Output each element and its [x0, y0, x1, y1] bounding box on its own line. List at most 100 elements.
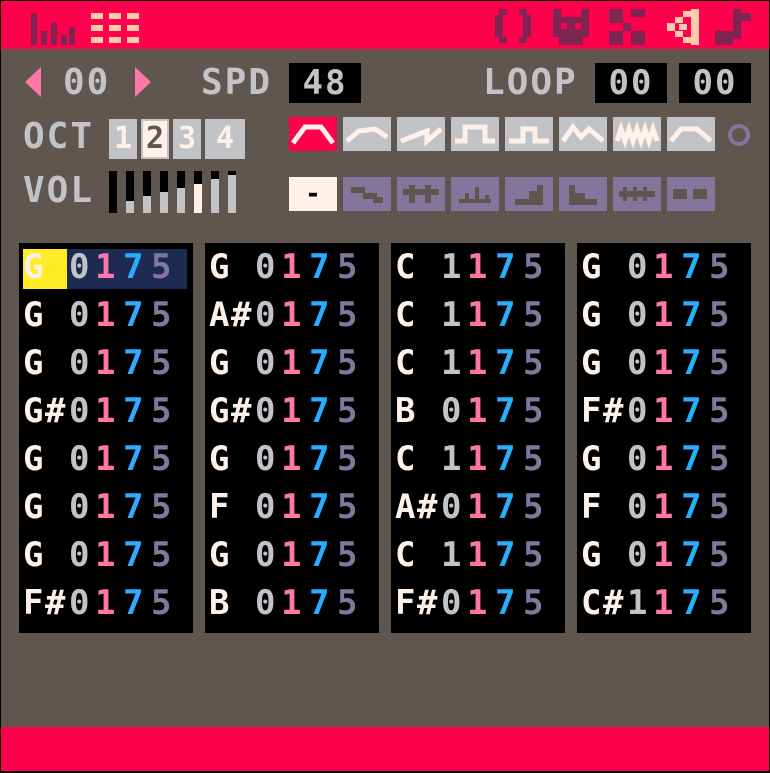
map-editor-icon[interactable] [609, 9, 645, 45]
note-volume: 7 [309, 391, 330, 431]
pattern-list-icon[interactable] [91, 13, 139, 45]
vibrato-effect-icon[interactable] [397, 177, 445, 211]
note-row[interactable]: C1175 [391, 435, 565, 483]
note-row[interactable]: G0175 [19, 243, 193, 291]
volume-level-0[interactable] [109, 171, 117, 213]
volume-level-3[interactable] [160, 171, 168, 213]
note-row[interactable]: G0175 [205, 243, 379, 291]
note-row[interactable]: C1175 [391, 291, 565, 339]
pulse-wave-icon[interactable] [505, 117, 553, 151]
note-row[interactable]: B0175 [391, 387, 565, 435]
note-row[interactable]: G #0 1 7 5 [205, 387, 379, 435]
sfx-editor-icon[interactable] [31, 13, 77, 45]
tilted-saw-wave-icon[interactable] [343, 117, 391, 151]
octave-option-2[interactable]: 2 [141, 119, 169, 159]
volume-level-6[interactable] [211, 171, 219, 213]
note-note: B [209, 583, 230, 623]
note-row[interactable]: B0175 [205, 579, 379, 627]
note-effect: 5 [337, 343, 358, 383]
fade-in-effect-icon[interactable] [505, 177, 553, 211]
note-row[interactable]: G0175 [19, 435, 193, 483]
note-volume: 7 [309, 535, 330, 575]
note-instrument: 1 [467, 295, 488, 335]
note-row[interactable]: F #0 1 7 5 [577, 387, 751, 435]
drop-effect-icon[interactable] [451, 177, 499, 211]
note-row[interactable]: F0175 [205, 483, 379, 531]
volume-label: VOL [23, 170, 95, 211]
noise-wave-icon[interactable] [613, 117, 661, 151]
triangle-wave-icon[interactable] [289, 117, 337, 151]
volume-level-1[interactable] [126, 171, 134, 213]
note-row[interactable]: C1175 [391, 243, 565, 291]
arpeggio-fast-effect-icon[interactable] [613, 177, 661, 211]
slide-effect-icon[interactable] [343, 177, 391, 211]
volume-selector[interactable] [109, 171, 249, 213]
note-row[interactable]: G0175 [19, 291, 193, 339]
note-row[interactable]: G0175 [205, 339, 379, 387]
note-octave: 0 [627, 391, 648, 431]
arpeggio-slow-effect-icon[interactable] [667, 177, 715, 211]
note-note: G [23, 391, 44, 431]
next-sfx-arrow-icon[interactable] [133, 67, 153, 97]
square-wave-icon[interactable] [451, 117, 499, 151]
speed-field[interactable]: 48 [289, 63, 361, 103]
volume-level-4[interactable] [177, 171, 185, 213]
prev-sfx-arrow-icon[interactable] [23, 67, 43, 97]
loop-start-field[interactable]: 00 [595, 63, 667, 103]
note-volume: 7 [495, 247, 516, 287]
note-row[interactable]: G0175 [577, 291, 751, 339]
note-row[interactable]: G0175 [577, 531, 751, 579]
note-octave: 0 [627, 487, 648, 527]
octave-option-3[interactable]: 3 [173, 119, 201, 159]
organ-wave-icon[interactable] [559, 117, 607, 151]
note-instrument: 1 [467, 247, 488, 287]
note-effect: 5 [523, 295, 544, 335]
note-octave: 0 [627, 535, 648, 575]
sprite-editor-icon[interactable] [553, 9, 589, 45]
note-row[interactable]: F #0 1 7 5 [19, 579, 193, 627]
fade-out-effect-icon[interactable] [559, 177, 607, 211]
note-row[interactable]: G0175 [577, 243, 751, 291]
note-row[interactable]: F0175 [577, 483, 751, 531]
sfx-index-value[interactable]: 00 [63, 65, 110, 101]
note-row[interactable]: G0175 [577, 339, 751, 387]
volume-level-7[interactable] [228, 171, 236, 213]
note-row[interactable]: A #0 1 7 5 [391, 483, 565, 531]
note-note: F [395, 583, 416, 623]
note-row[interactable]: G0175 [19, 339, 193, 387]
note-row[interactable]: G #0 1 7 5 [19, 387, 193, 435]
note-sharp: # [603, 583, 624, 623]
note-instrument: 1 [653, 535, 674, 575]
none-effect-icon[interactable]: - [289, 177, 337, 211]
code-editor-icon[interactable] [495, 9, 531, 43]
note-effect: 5 [151, 583, 172, 623]
volume-level-2[interactable] [143, 171, 151, 213]
music-editor-icon[interactable] [713, 9, 753, 45]
volume-level-5[interactable] [194, 171, 202, 213]
note-sharp: # [231, 391, 252, 431]
note-row[interactable]: G0175 [205, 531, 379, 579]
note-row[interactable]: C1175 [391, 339, 565, 387]
note-note: F [581, 487, 602, 527]
note-volume: 7 [309, 583, 330, 623]
note-row[interactable]: G0175 [205, 435, 379, 483]
note-volume: 7 [681, 535, 702, 575]
saw-wave-icon[interactable] [397, 117, 445, 151]
note-effect: 5 [151, 343, 172, 383]
octave-option-1[interactable]: 1 [109, 119, 137, 159]
note-row[interactable]: G0175 [19, 531, 193, 579]
octave-option-4[interactable]: 4 [205, 119, 245, 159]
note-row[interactable]: G0175 [19, 483, 193, 531]
note-row[interactable]: C1175 [391, 531, 565, 579]
note-row[interactable]: F #0 1 7 5 [391, 579, 565, 627]
note-volume: 7 [123, 535, 144, 575]
note-row[interactable]: A #0 1 7 5 [205, 291, 379, 339]
note-instrument: 1 [467, 535, 488, 575]
note-row[interactable]: G0175 [577, 435, 751, 483]
custom-instrument-toggle-icon[interactable] [727, 123, 751, 147]
sfx-tab-icon[interactable] [661, 9, 699, 45]
phaser-wave-icon[interactable] [667, 117, 715, 151]
loop-end-field[interactable]: 00 [679, 63, 751, 103]
tracker-column-3: C 1 1 7 5 C 1 1 7 5 C 1 1 7 5 B 0 1 7 5 C 1 1 7 5 A #0 1 7 5 C 1 1 7 5 F #0 1… [391, 243, 565, 633]
note-row[interactable]: C #1 1 7 5 [577, 579, 751, 627]
